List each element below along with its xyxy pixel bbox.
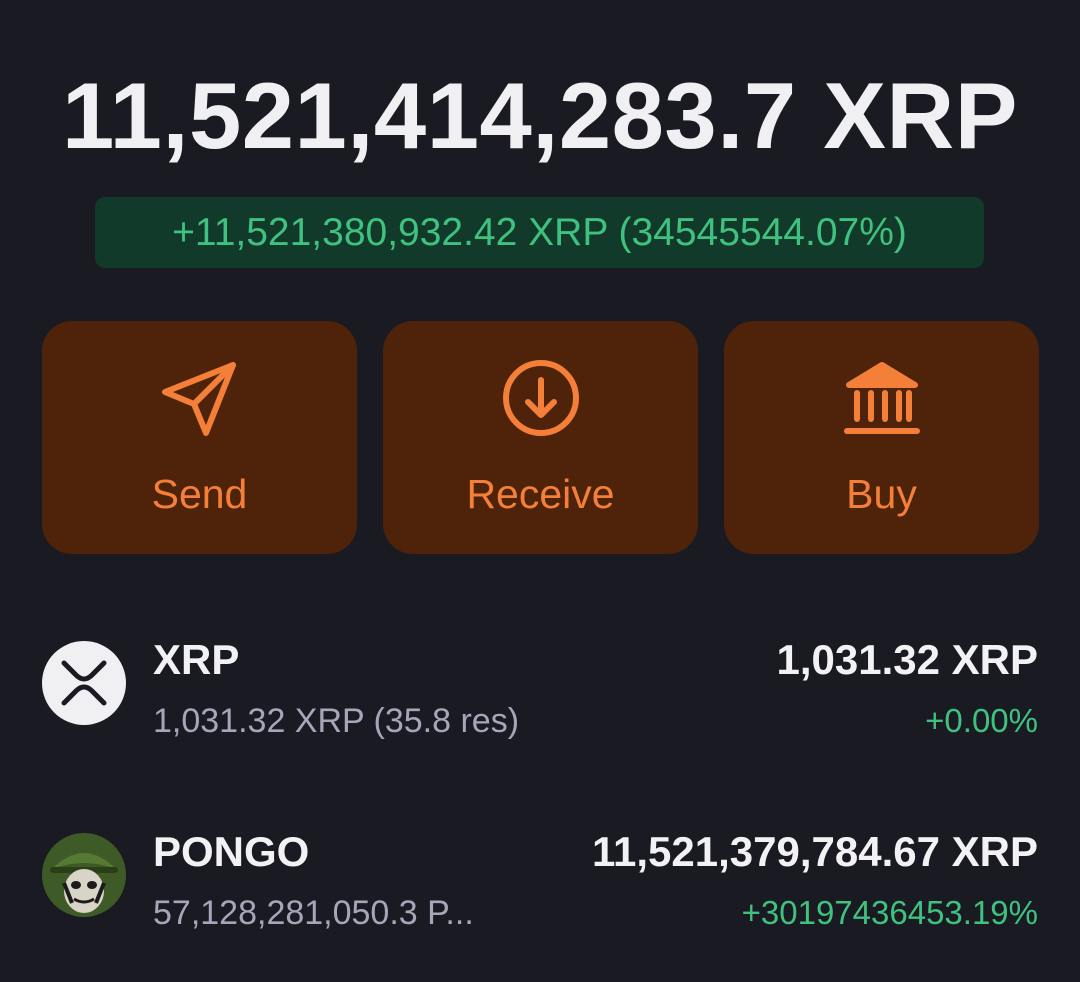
asset-row-pongo[interactable]: PONGO 57,128,281,050.3 P... 11,521,379,7… <box>42 828 1038 938</box>
send-button[interactable]: Send <box>42 321 357 554</box>
asset-name: XRP <box>153 636 240 683</box>
xrp-logo-icon <box>42 641 126 725</box>
asset-value: 1,031.32 XRP <box>776 636 1038 683</box>
wallet-screen: 11,521,414,283.7 XRP +11,521,380,932.42 … <box>0 0 1080 982</box>
receive-label: Receive <box>466 471 615 517</box>
portfolio-change-badge: +11,521,380,932.42 XRP (34545544.07%) <box>95 197 984 268</box>
buy-label: Buy <box>846 471 917 517</box>
pongo-avatar-icon <box>42 833 126 917</box>
asset-change: +0.00% <box>925 702 1038 739</box>
buy-button[interactable]: Buy <box>724 321 1039 554</box>
receive-button[interactable]: Receive <box>383 321 698 554</box>
bank-icon <box>839 355 925 441</box>
action-buttons: Send Receive Buy <box>42 321 1039 554</box>
asset-name: PONGO <box>153 828 310 875</box>
portfolio-change-text: +11,521,380,932.42 XRP (34545544.07%) <box>172 210 907 254</box>
asset-change: +30197436453.19% <box>741 894 1038 931</box>
receive-arrow-down-circle-icon <box>498 355 584 441</box>
asset-value: 11,521,379,784.67 XRP <box>591 828 1038 875</box>
send-label: Send <box>151 471 248 517</box>
asset-balance: 57,128,281,050.3 P... <box>153 894 474 932</box>
asset-balance: 1,031.32 XRP (35.8 res) <box>153 702 520 740</box>
send-paper-plane-icon <box>157 355 243 441</box>
portfolio-total: 11,521,414,283.7 XRP <box>61 63 1018 168</box>
asset-row-xrp[interactable]: XRP 1,031.32 XRP (35.8 res) 1,031.32 XRP… <box>42 636 1038 746</box>
